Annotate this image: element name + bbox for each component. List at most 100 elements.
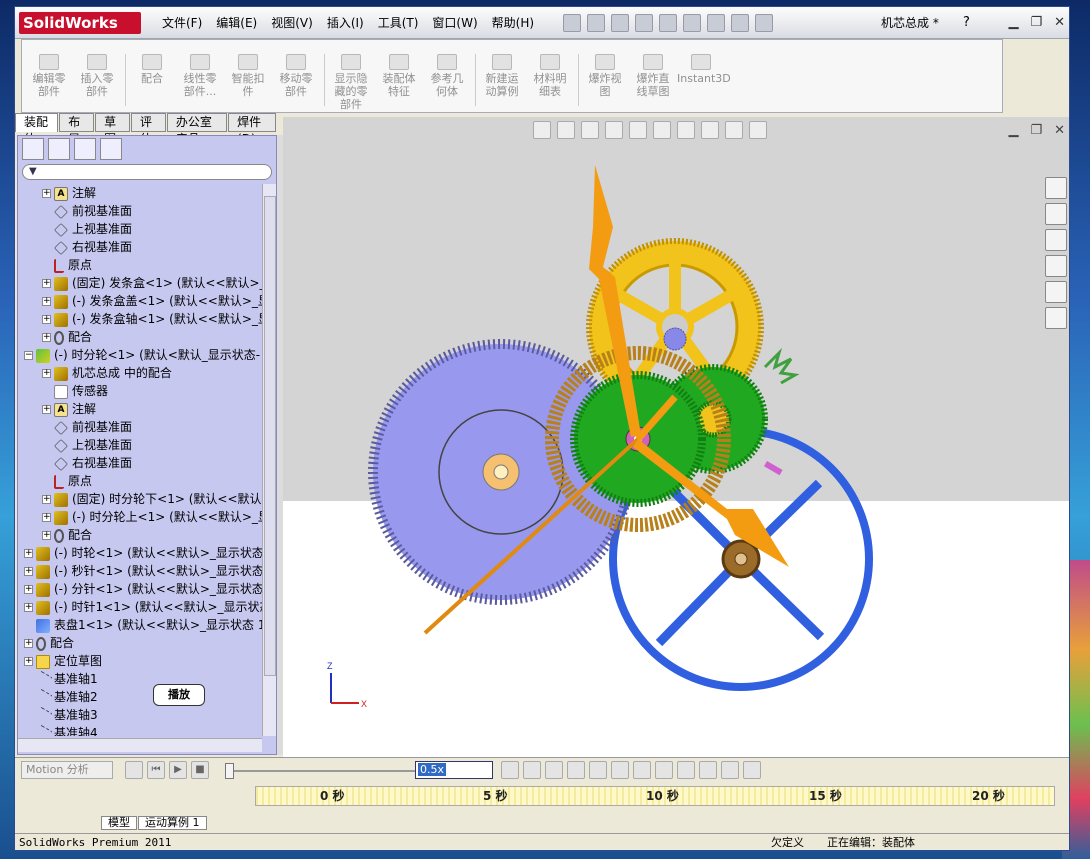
command-tab[interactable]: 布局 [59,113,95,146]
tree-node[interactable]: + (-) 时针1<1> (默认<<默认>_显示状态 [18,598,262,616]
tree-node[interactable]: + A 注解 [18,184,262,202]
tree-node[interactable]: 表盘1<1> (默认<<默认>_显示状态 1> [18,616,262,634]
menu-item[interactable]: 帮助(H) [485,7,541,39]
file-properties-icon[interactable] [731,14,749,32]
command-button[interactable]: 线性零 部件... [177,54,223,98]
tree-node[interactable]: 传感器 [18,382,262,400]
close-icon[interactable]: ✕ [1054,15,1065,30]
menu-item[interactable]: 插入(I) [320,7,371,39]
expand-toggle[interactable]: + [24,639,33,648]
graphics-area[interactable]: Z X ▁ ❐ ✕ [283,117,1070,757]
gravity-icon[interactable] [721,761,739,779]
tree-node[interactable]: 上视基准面 [18,220,262,238]
bottom-tab[interactable]: 模型 [101,816,137,830]
play-from-start-icon[interactable]: ⏮ [147,761,165,779]
help-button[interactable]: ? [963,7,970,39]
expand-toggle[interactable]: + [42,189,51,198]
command-button[interactable]: 智能扣 件 [225,54,271,98]
playback-slider[interactable] [225,763,415,779]
command-button[interactable]: 材料明 细表 [527,54,573,98]
viewport-close-icon[interactable]: ✕ [1054,123,1065,138]
expand-toggle[interactable]: + [42,531,51,540]
tree-node[interactable]: + 配合 [18,328,262,346]
command-button[interactable]: 配合 [129,54,175,85]
bottom-tab[interactable]: 运动算例 1 [138,816,207,830]
view-orientation-icon[interactable] [629,121,647,139]
tree-node[interactable]: 基准轴2 [18,687,262,708]
restore-icon[interactable]: ❐ [1030,15,1042,30]
property-manager-icon[interactable] [48,138,70,160]
viewport-restore-icon[interactable]: ❐ [1030,123,1042,138]
animation-wizard-icon[interactable] [545,761,563,779]
tree-node[interactable]: 原点 [18,472,262,490]
tree-node[interactable]: 上视基准面 [18,436,262,454]
motor-icon[interactable] [611,761,629,779]
menu-item[interactable]: 文件(F) [155,7,209,39]
menu-item[interactable]: 工具(T) [371,7,426,39]
feature-tree-icon[interactable] [22,138,44,160]
tree-node[interactable]: + 定位草图 [18,652,262,670]
tree-node[interactable]: + (-) 时分轮上<1> (默认<<默认>_显 [18,508,262,526]
tree-node[interactable]: 前视基准面 [18,418,262,436]
solidworks-resources-icon[interactable] [1045,177,1067,199]
tree-node[interactable]: 右视基准面 [18,454,262,472]
command-button[interactable]: 新建运 动算例 [479,54,525,98]
undo-icon[interactable] [659,14,677,32]
tree-node[interactable]: + (-) 发条盒盖<1> (默认<<默认>_显 [18,292,262,310]
tree-node[interactable]: 基准轴3 [18,705,262,726]
solidworks-logo[interactable]: SolidWorks [19,12,141,34]
expand-toggle[interactable]: + [24,657,33,666]
custom-properties-icon[interactable] [1045,307,1067,329]
tree-node[interactable]: + (-) 发条盒轴<1> (默认<<默认>_显 [18,310,262,328]
tree-node[interactable]: + 配合 [18,526,262,544]
viewport-minimize-icon[interactable]: ▁ [1008,123,1018,138]
timeline[interactable]: 0 秒 5 秒 10 秒 15 秒 20 秒 [255,786,1055,806]
command-tab[interactable]: 焊件(D) [228,113,277,146]
tree-node[interactable]: 基准轴4 [18,723,262,736]
results-plots-icon[interactable] [743,761,761,779]
expand-toggle[interactable]: + [24,603,33,612]
minimize-icon[interactable]: ▁ [1008,15,1018,30]
tree-node[interactable]: + (-) 分针<1> (默认<<默认>_显示状态 [18,580,262,598]
expand-toggle[interactable]: + [24,549,33,558]
stop-icon[interactable]: ■ [191,761,209,779]
options-icon[interactable] [755,14,773,32]
playback-mode-icon[interactable] [501,761,519,779]
add-key-icon[interactable] [589,761,607,779]
appearances-icon[interactable] [1045,281,1067,303]
design-library-icon[interactable] [1045,203,1067,225]
command-button[interactable]: Instant3D [677,54,731,85]
play-icon[interactable]: ▶ [169,761,187,779]
expand-toggle[interactable]: + [42,297,51,306]
command-button[interactable]: 爆炸直 线草图 [630,54,676,98]
tree-node[interactable]: 右视基准面 [18,238,262,256]
expand-toggle[interactable]: + [42,369,51,378]
expand-toggle[interactable]: + [24,567,33,576]
tree-node[interactable]: 基准轴1 [18,669,262,690]
display-manager-icon[interactable] [100,138,122,160]
command-tab[interactable]: 办公室产品 [166,113,228,146]
edit-appearance-icon[interactable] [701,121,719,139]
rebuild-icon[interactable] [707,14,725,32]
autokey-icon[interactable] [567,761,585,779]
command-button[interactable]: 插入零 部件 [74,54,120,98]
expand-toggle[interactable]: + [24,585,33,594]
tree-node[interactable]: + (-) 时轮<1> (默认<<默认>_显示状态 [18,544,262,562]
tree-node[interactable]: + (固定) 时分轮下<1> (默认<<默认 [18,490,262,508]
tree-node[interactable]: + 机芯总成 中的配合 [18,364,262,382]
open-icon[interactable] [587,14,605,32]
calculate-icon[interactable] [125,761,143,779]
command-button[interactable]: 参考几 何体 [424,54,470,98]
clock-movement-model[interactable]: Z X [283,117,1070,757]
menu-item[interactable]: 视图(V) [264,7,320,39]
tree-node[interactable]: 原点 [18,256,262,274]
expand-toggle[interactable]: + [42,495,51,504]
tree-filter[interactable]: ▼ [22,164,272,180]
tree-node[interactable]: − (-) 时分轮<1> (默认<默认_显示状态- [18,346,262,364]
apply-scene-icon[interactable] [725,121,743,139]
view-palette-icon[interactable] [1045,255,1067,277]
playback-slider-thumb[interactable] [225,763,234,779]
playback-speed-select[interactable]: 0.5x [415,761,493,779]
print-icon[interactable] [635,14,653,32]
damper-icon[interactable] [655,761,673,779]
